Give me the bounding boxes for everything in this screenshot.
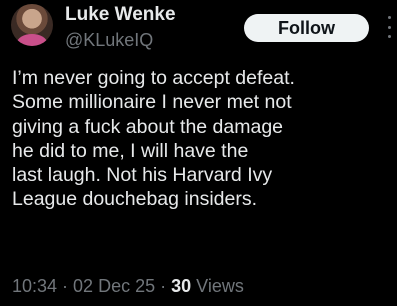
more-dot [387, 25, 391, 29]
tweet-line: Some millionaire I never met not [12, 91, 292, 114]
avatar-shirt [17, 34, 47, 46]
tweet-date[interactable]: 02 Dec 25 [73, 276, 155, 296]
user-handle[interactable]: @KLukeIQ [65, 30, 153, 51]
tweet-line: I’m never going to accept defeat. [12, 67, 295, 89]
tweet-text: I’m never going to accept defeat. Some m… [12, 66, 392, 212]
meta-separator: · [155, 276, 172, 296]
tweet-meta: 10:34 · 02 Dec 25 · 30 Views [12, 276, 244, 297]
tweet-line: League douchebag insiders. [12, 188, 258, 211]
more-options-icon[interactable] [386, 16, 392, 38]
meta-separator: · [57, 276, 74, 296]
more-dot [387, 16, 391, 19]
tweet-line: he did to me, I will have the [12, 139, 249, 162]
views-count[interactable]: 30 [171, 276, 191, 296]
tweet-time[interactable]: 10:34 [12, 276, 57, 296]
follow-button[interactable]: Follow [244, 14, 369, 42]
views-label: Views [191, 276, 244, 296]
user-display-name[interactable]: Luke Wenke [65, 4, 176, 26]
tweet-line: last laugh. Not his Harvard Ivy [12, 164, 273, 187]
more-dot [387, 35, 391, 38]
tweet-line: giving a fuck about the damage [12, 115, 284, 138]
avatar[interactable] [11, 4, 53, 46]
